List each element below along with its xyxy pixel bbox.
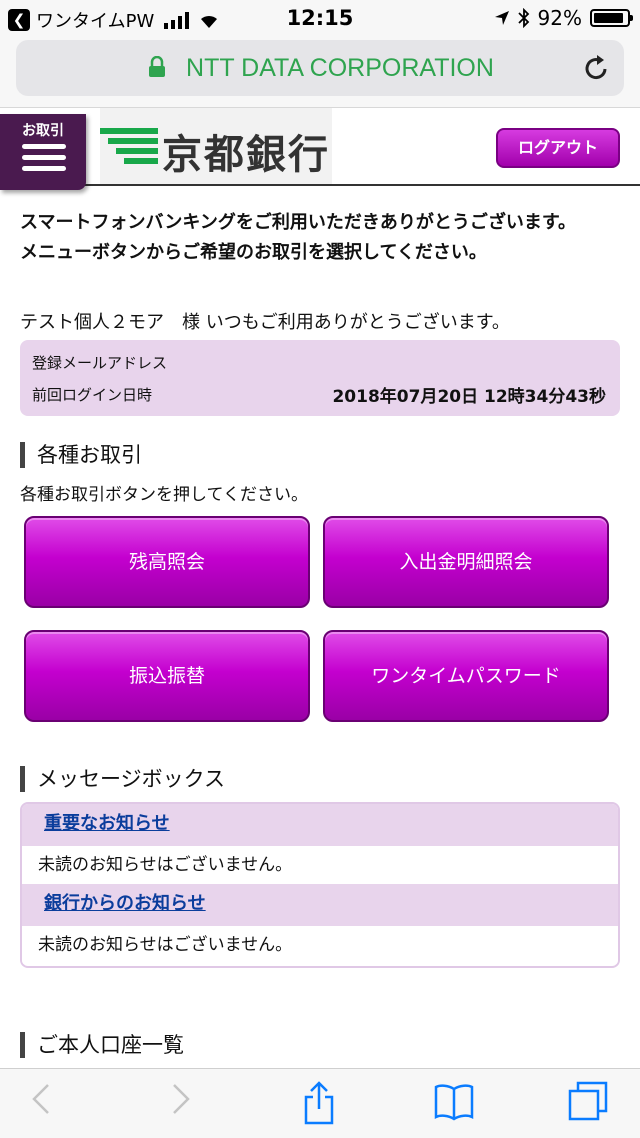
transaction-history-button[interactable]: 入出金明細照会 [323, 516, 609, 608]
browser-address-area: NTT DATA CORPORATION [0, 36, 640, 108]
battery-icon [590, 9, 633, 27]
message-body: 未読のお知らせはございません。 [22, 846, 618, 884]
logo-mark [100, 128, 158, 168]
one-time-password-button[interactable]: ワンタイムパスワード [323, 630, 609, 722]
bank-logo: 京都銀行 [100, 108, 332, 184]
battery-percent: 92% [537, 6, 582, 30]
balance-inquiry-button[interactable]: 残高照会 [24, 516, 310, 608]
important-notice-link[interactable]: 重要なお知らせ [44, 813, 170, 834]
accounts-title: ご本人口座一覧 [20, 1032, 184, 1058]
transactions-title: 各種お取引 [20, 442, 142, 468]
transactions-description: 各種お取引ボタンを押してください。 [20, 485, 308, 505]
message-body: 未読のお知らせはございません。 [22, 926, 618, 964]
forward-icon[interactable] [170, 1081, 192, 1117]
bluetooth-icon [517, 8, 529, 28]
location-icon [494, 11, 509, 25]
last-login-label: 前回ログイン日時 [32, 386, 153, 404]
welcome-line-1: スマートフォンバンキングをご利用いただきありがとうございます。 [20, 212, 577, 233]
site-header: お取引 京都銀行 ログアウト [0, 108, 640, 190]
message-header: 銀行からのお知らせ [22, 884, 618, 926]
welcome-message: スマートフォンバンキングをご利用いただきありがとうございます。 メニューボタンか… [20, 208, 620, 268]
bank-notice-link[interactable]: 銀行からのお知らせ [44, 893, 206, 914]
welcome-line-2: メニューボタンからご希望のお取引を選択してください。 [20, 242, 487, 263]
url-text: NTT DATA CORPORATION [186, 54, 494, 82]
menu-label: お取引 [22, 123, 64, 139]
logo-text: 京都銀行 [162, 131, 330, 178]
account-info-box: 登録メールアドレス 前回ログイン日時 2018年07月20日 12時34分43秒 [20, 340, 620, 416]
back-icon[interactable] [30, 1081, 52, 1117]
share-icon[interactable] [302, 1081, 336, 1125]
user-greeting: テスト個人２モア 様 いつもご利用ありがとうございます。 [20, 312, 510, 333]
browser-toolbar [0, 1068, 640, 1138]
message-box-title: メッセージボックス [20, 766, 225, 792]
status-bar: ❮ ワンタイムPW 12:15 92% [0, 0, 640, 36]
email-label: 登録メールアドレス [32, 354, 168, 372]
transfer-button[interactable]: 振込振替 [24, 630, 310, 722]
tabs-icon[interactable] [568, 1081, 608, 1121]
logout-button[interactable]: ログアウト [496, 128, 620, 168]
message-box: 重要なお知らせ 未読のお知らせはございません。 銀行からのお知らせ 未読のお知ら… [20, 802, 620, 968]
battery-fill [594, 13, 624, 23]
hamburger-icon [22, 144, 66, 177]
address-bar[interactable]: NTT DATA CORPORATION [16, 40, 624, 96]
reload-icon[interactable] [584, 54, 610, 82]
message-header: 重要なお知らせ [22, 804, 618, 846]
last-login-value: 2018年07月20日 12時34分43秒 [332, 387, 606, 407]
bookmarks-icon[interactable] [434, 1081, 474, 1121]
menu-button[interactable]: お取引 [0, 114, 86, 190]
